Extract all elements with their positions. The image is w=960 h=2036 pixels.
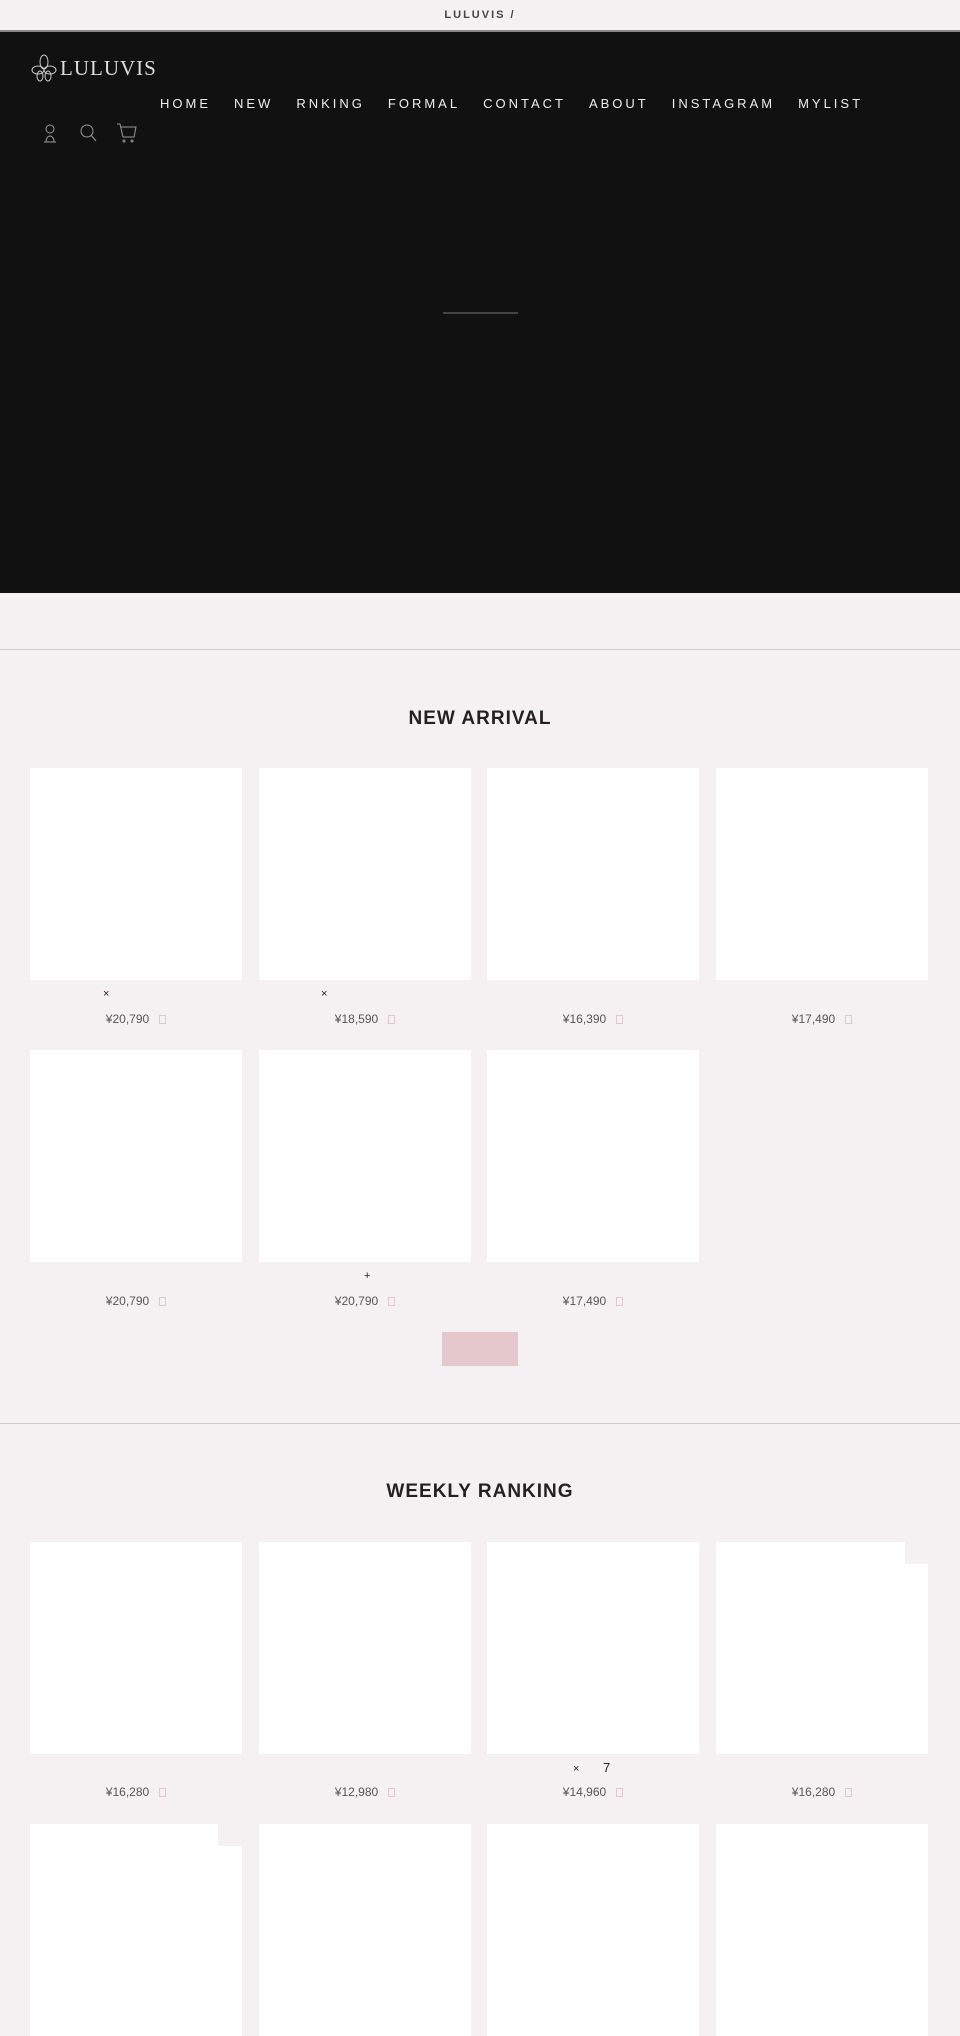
- logo[interactable]: LULUVIS: [30, 54, 157, 82]
- divider: [0, 649, 960, 650]
- bookmark-icon[interactable]: [616, 1788, 624, 1798]
- bookmark-icon[interactable]: [388, 1297, 396, 1307]
- product-card[interactable]: [716, 1542, 928, 1754]
- product-card[interactable]: [30, 768, 242, 980]
- product-price: ¥20,790: [30, 1012, 242, 1026]
- card-corner-gap: [905, 1542, 929, 1564]
- product-price: ¥20,790: [259, 1294, 471, 1308]
- product-card[interactable]: [487, 768, 699, 980]
- product-price: ¥12,980: [259, 1785, 471, 1799]
- user-icon[interactable]: [40, 122, 60, 144]
- bookmark-icon[interactable]: [845, 1015, 853, 1025]
- product-card[interactable]: [259, 1824, 471, 2036]
- product-price: ¥16,390: [487, 1012, 699, 1026]
- hero: LULUVIS HOME NEW RNKING FORMAL CONTACT A…: [0, 30, 960, 593]
- product-mark: ×: [321, 988, 328, 1000]
- rank-number: 7: [603, 1760, 611, 1775]
- nav-instagram[interactable]: INSTAGRAM: [672, 96, 775, 111]
- product-mark: +: [364, 1270, 371, 1282]
- nav-contact[interactable]: CONTACT: [483, 96, 566, 111]
- product-price: ¥16,280: [30, 1785, 242, 1799]
- product-price: ¥17,490: [716, 1012, 928, 1026]
- logo-text: LULUVIS: [60, 55, 157, 80]
- view-more-button[interactable]: [442, 1332, 518, 1366]
- product-card[interactable]: [30, 1542, 242, 1754]
- product-price: ¥16,280: [716, 1785, 928, 1799]
- nav-about[interactable]: ABOUT: [589, 96, 649, 111]
- nav-mylist[interactable]: MYLIST: [798, 96, 863, 111]
- bookmark-icon[interactable]: [159, 1788, 167, 1798]
- product-card[interactable]: [487, 1824, 699, 2036]
- bookmark-icon[interactable]: [616, 1015, 624, 1025]
- product-mark: ×: [573, 1763, 580, 1775]
- bookmark-icon[interactable]: [845, 1788, 853, 1798]
- product-card[interactable]: [487, 1542, 699, 1754]
- new-arrival-title: NEW ARRIVAL: [408, 708, 552, 729]
- bookmark-icon[interactable]: [388, 1015, 396, 1025]
- divider: [0, 1423, 960, 1424]
- product-price: ¥14,960: [487, 1785, 699, 1799]
- product-card[interactable]: [259, 1050, 471, 1262]
- bookmark-icon[interactable]: [616, 1297, 624, 1307]
- product-price: ¥20,790: [30, 1294, 242, 1308]
- nav-ranking[interactable]: RNKING: [296, 96, 365, 111]
- product-mark: ×: [103, 988, 110, 1000]
- bookmark-icon[interactable]: [159, 1015, 167, 1025]
- weekly-ranking-title: WEEKLY RANKING: [386, 1481, 574, 1502]
- product-card[interactable]: [259, 768, 471, 980]
- product-card[interactable]: [259, 1542, 471, 1754]
- product-card[interactable]: [30, 1050, 242, 1262]
- flower-logo-icon: [31, 54, 57, 82]
- product-card[interactable]: [487, 1050, 699, 1262]
- nav-new[interactable]: NEW: [234, 96, 273, 111]
- bookmark-icon[interactable]: [388, 1788, 396, 1798]
- card-corner-gap: [218, 1824, 242, 1846]
- product-price: ¥18,590: [259, 1012, 471, 1026]
- product-price: ¥17,490: [487, 1294, 699, 1308]
- top-announcement: LULUVIS /: [444, 9, 516, 21]
- nav-home[interactable]: HOME: [160, 96, 211, 111]
- product-card[interactable]: [30, 1824, 242, 2036]
- product-card[interactable]: [716, 768, 928, 980]
- nav-formal[interactable]: FORMAL: [388, 96, 460, 111]
- main-nav: HOME NEW RNKING FORMAL CONTACT ABOUT INS…: [160, 96, 863, 111]
- cart-icon[interactable]: [116, 122, 138, 144]
- product-card[interactable]: [716, 1824, 928, 2036]
- search-icon[interactable]: [78, 122, 98, 144]
- loading-bar: [443, 312, 518, 314]
- bookmark-icon[interactable]: [159, 1297, 167, 1307]
